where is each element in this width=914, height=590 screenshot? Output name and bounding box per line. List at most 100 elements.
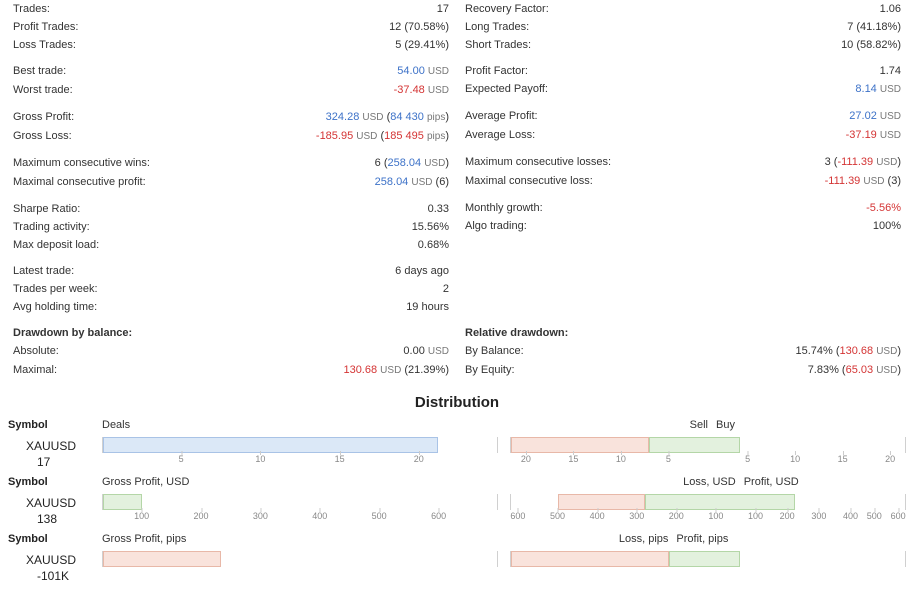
- bar: [669, 551, 740, 567]
- symbol-header: Symbol: [8, 533, 102, 549]
- symbol-value: -101K: [37, 567, 73, 583]
- stat-value: 6 days ago: [395, 264, 449, 278]
- stat-row: Maximal consecutive loss:-111.39 USD (3): [465, 172, 901, 191]
- stat-label: Loss Trades:: [13, 38, 76, 52]
- axis: 600500400300200100100200300400500600: [510, 511, 906, 527]
- chart-title-split: Loss, USDProfit, USD: [510, 476, 906, 488]
- chart-title-split: SellBuy: [510, 419, 906, 431]
- stat-label: Profit Factor:: [465, 64, 528, 78]
- distribution-container: SymbolDealsSellBuyXAUUSD1751015202015105…: [0, 419, 914, 590]
- stat-label: Trades:: [13, 2, 50, 16]
- stat-row: By Equity: 7.83% (65.03 USD): [465, 361, 901, 380]
- distribution-title: Distribution: [0, 394, 914, 411]
- chart-title: Deals: [102, 419, 498, 431]
- stat-label: Sharpe Ratio:: [13, 202, 80, 216]
- bar-chart: [102, 551, 498, 567]
- stat-label: Maximal consecutive profit:: [13, 175, 146, 190]
- stat-label: Worst trade:: [13, 83, 73, 98]
- stat-row: Monthly growth: -5.56%: [465, 199, 901, 217]
- stat-value: 130.68 USD (21.39%): [343, 363, 449, 378]
- symbol-value: 138: [37, 510, 73, 526]
- distribution-row: SymbolGross Profit, pips Loss, pipsProfit…: [0, 533, 914, 590]
- stat-row: Loss Trades:5 (29.41%): [13, 36, 449, 54]
- stat-row: Latest trade: 6 days ago: [13, 262, 449, 280]
- stat-value: 7.83% (65.03 USD): [808, 363, 901, 378]
- stat-value: 27.02 USD: [849, 109, 901, 124]
- distribution-row: SymbolDealsSellBuyXAUUSD1751015202015105…: [0, 419, 914, 476]
- stat-label: Latest trade:: [13, 264, 74, 278]
- stat-row: Long Trades:7 (41.18%): [465, 18, 901, 36]
- bar: [649, 437, 740, 453]
- stat-label: Monthly growth:: [465, 201, 543, 215]
- bar: [103, 551, 221, 567]
- stat-row: Sharpe Ratio: 0.33: [13, 200, 449, 218]
- stat-value: 2: [443, 282, 449, 296]
- stat-row: Trading activity:15.56%: [13, 218, 449, 236]
- stat-row: Average Loss:-37.19 USD: [465, 126, 901, 145]
- bar: [511, 551, 669, 567]
- stat-label: Expected Payoff:: [465, 82, 548, 97]
- stat-value: 19 hours: [406, 300, 449, 314]
- axis: [510, 568, 906, 584]
- stat-label: Average Loss:: [465, 128, 535, 143]
- stat-label: Maximum consecutive losses:: [465, 155, 611, 170]
- stat-value: -5.56%: [866, 201, 901, 215]
- symbol-header: Symbol: [8, 419, 102, 435]
- stat-label: Average Profit:: [465, 109, 538, 124]
- drawdown-left: Drawdown by balance: Absolute:0.00 USDMa…: [5, 324, 457, 380]
- stat-value: 324.28 USD (84 430 pips): [326, 110, 449, 125]
- stat-row: Profit Trades:12 (70.58%): [13, 18, 449, 36]
- stat-row: Best trade:54.00 USD: [13, 62, 449, 81]
- stat-row: Algo trading:100%: [465, 217, 901, 235]
- stat-value: 54.00 USD: [397, 64, 449, 79]
- stat-label: Gross Profit:: [13, 110, 74, 125]
- stat-row: Trades per week:2: [13, 280, 449, 298]
- stat-value: -185.95 USD (185 495 pips): [316, 129, 449, 144]
- bar: [645, 494, 795, 510]
- stats-right-column: Recovery Factor:1.06Long Trades:7 (41.18…: [457, 0, 909, 316]
- stat-value: 0.33: [428, 202, 449, 216]
- bar: [103, 437, 438, 453]
- stat-value: 0.68%: [418, 238, 449, 252]
- stat-row: Maximum consecutive wins: 6 (258.04 USD): [13, 154, 449, 173]
- axis: 20151055101520: [510, 454, 906, 470]
- drawdown-right-title: Relative drawdown:: [465, 326, 568, 340]
- chart-title: Gross Profit, pips: [102, 533, 498, 545]
- drawdown-right: Relative drawdown: By Balance:15.74% (13…: [457, 324, 909, 380]
- axis: 100200300400500600: [102, 511, 498, 527]
- chart-title-split: Loss, pipsProfit, pips: [510, 533, 906, 545]
- bar-chart: [102, 437, 498, 453]
- stat-row: Max deposit load: 0.68%: [13, 236, 449, 254]
- stats-grid: Trades:17Profit Trades:12 (70.58%)Loss T…: [0, 0, 914, 316]
- stat-label: By Equity:: [465, 363, 515, 378]
- stat-label: Maximum consecutive wins:: [13, 156, 150, 171]
- bar: [511, 437, 649, 453]
- stat-label: Max deposit load:: [13, 238, 99, 252]
- drawdown-grid: Drawdown by balance: Absolute:0.00 USDMa…: [0, 324, 914, 380]
- stat-label: Avg holding time:: [13, 300, 97, 314]
- stat-row: Profit Factor:1.74: [465, 62, 901, 80]
- stat-value: 258.04 USD (6): [375, 175, 449, 190]
- stat-value: 7 (41.18%): [847, 20, 901, 34]
- stat-row: Worst trade:-37.48 USD: [13, 81, 449, 100]
- symbol-value: 17: [37, 453, 73, 469]
- bar-chart-split: [510, 494, 906, 510]
- stat-row: Average Profit: 27.02 USD: [465, 107, 901, 126]
- stat-label: Maximal:: [13, 363, 57, 378]
- stat-value: 0.00 USD: [403, 344, 449, 359]
- stat-row: Short Trades:10 (58.82%): [465, 36, 901, 54]
- chart-title: Gross Profit, USD: [102, 476, 498, 488]
- stat-label: Algo trading:: [465, 219, 527, 233]
- stat-value: 17: [437, 2, 449, 16]
- distribution-row: SymbolGross Profit, USD Loss, USDProfit, …: [0, 476, 914, 533]
- symbol-header: Symbol: [8, 476, 102, 492]
- stat-label: Recovery Factor:: [465, 2, 549, 16]
- stat-value: 6 (258.04 USD): [375, 156, 449, 171]
- stat-label: By Balance:: [465, 344, 524, 359]
- stat-value: -111.39 USD (3): [825, 174, 901, 189]
- stat-row: Trades: 17: [13, 0, 449, 18]
- stat-row: Maximal consecutive profit: 258.04 USD (6…: [13, 173, 449, 192]
- stats-left-column: Trades:17Profit Trades:12 (70.58%)Loss T…: [5, 0, 457, 316]
- stat-row: By Balance:15.74% (130.68 USD): [465, 342, 901, 361]
- stat-row: Avg holding time: 19 hours: [13, 298, 449, 316]
